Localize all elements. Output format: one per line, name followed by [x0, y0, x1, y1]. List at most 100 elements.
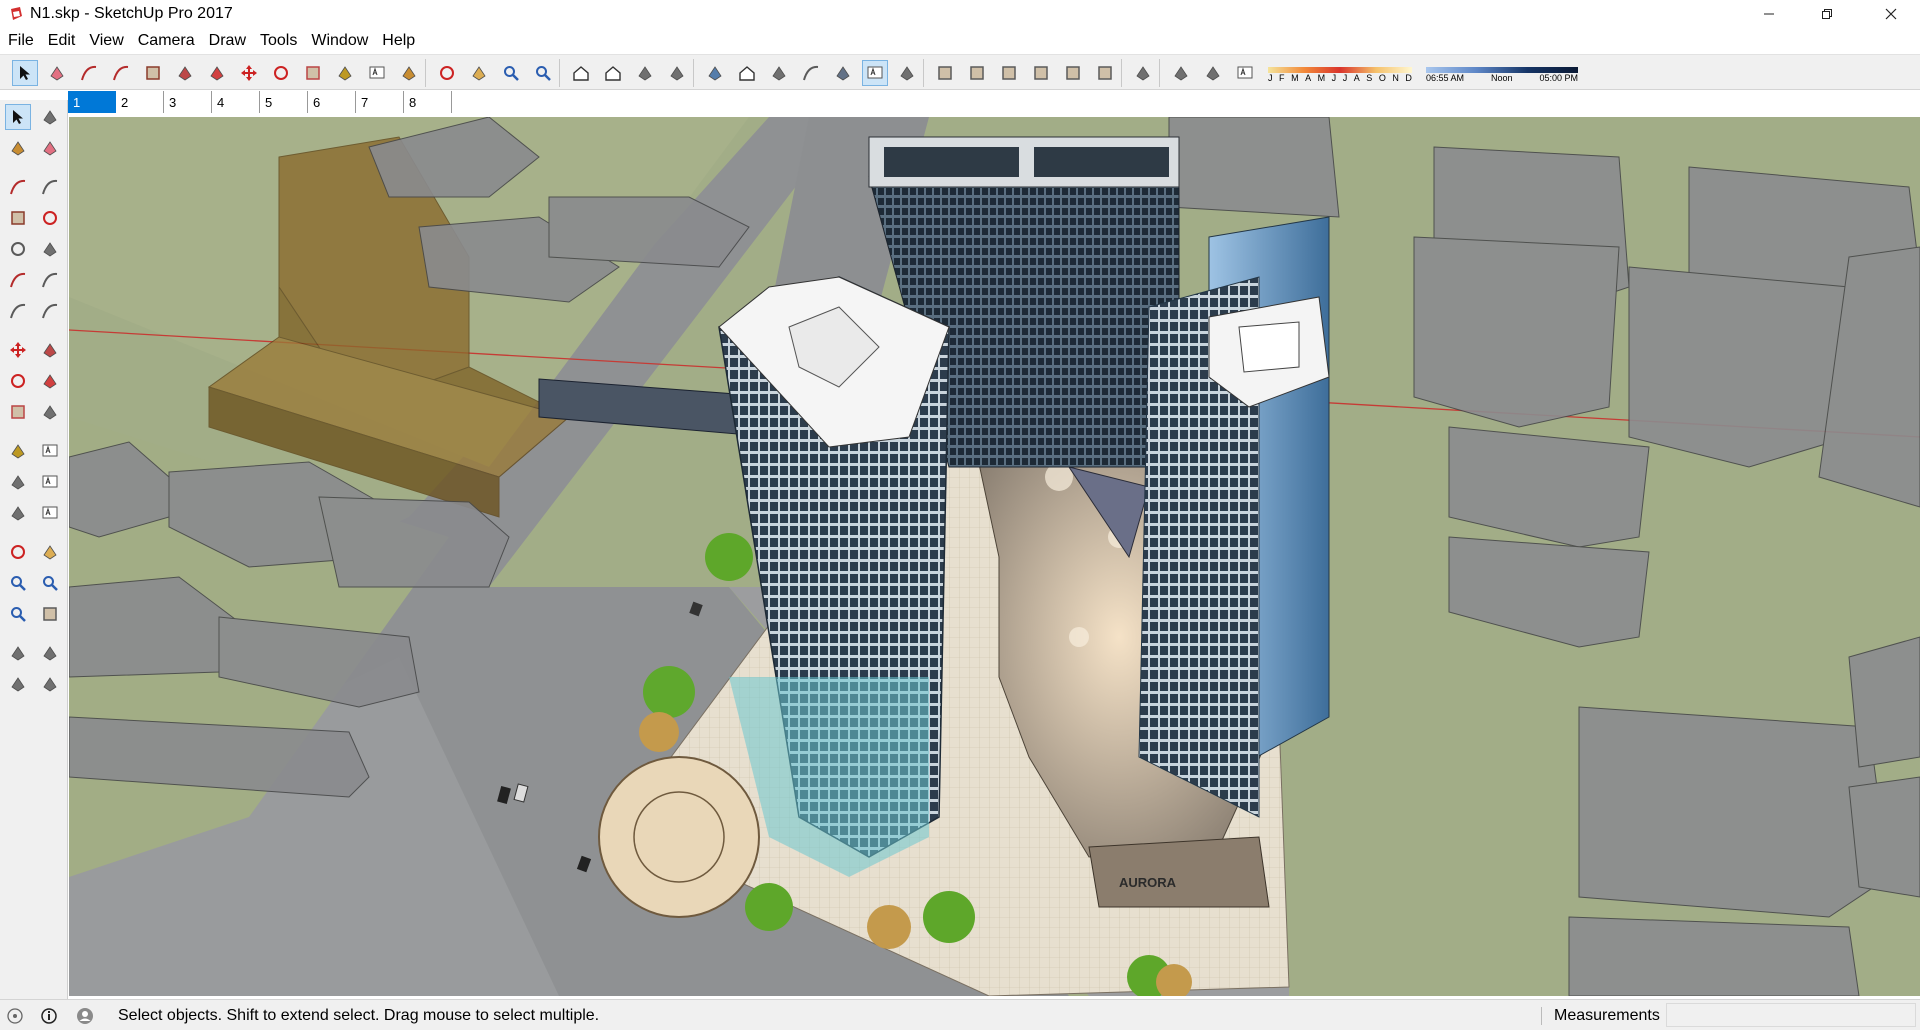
scene-tab-2[interactable]: 2 [116, 91, 164, 113]
toggle-terrain-icon[interactable] [1200, 60, 1226, 86]
rotate-icon[interactable] [268, 60, 294, 86]
shadow-date-slider[interactable]: JFMAMJJASOND [1268, 61, 1412, 85]
scene-tab-3[interactable]: 3 [164, 91, 212, 113]
wireframe-icon[interactable] [766, 60, 792, 86]
close-icon[interactable] [1862, 0, 1920, 28]
palette-push-pull-icon[interactable] [37, 337, 63, 363]
move-icon[interactable] [236, 60, 262, 86]
palette-pie-icon[interactable] [37, 298, 63, 324]
palette-three-point-arc-icon[interactable] [5, 298, 31, 324]
measurements-input[interactable] [1666, 1003, 1916, 1027]
menu-tools[interactable]: Tools [258, 32, 305, 50]
warehouse-icon[interactable] [568, 60, 594, 86]
palette-zoom-extents-icon[interactable] [5, 601, 31, 627]
pan-icon[interactable] [466, 60, 492, 86]
photo-textures-icon[interactable] [1232, 60, 1258, 86]
scene-tab-8[interactable]: 8 [404, 91, 452, 113]
menu-help[interactable]: Help [380, 32, 423, 50]
scale-icon[interactable] [300, 60, 326, 86]
back-view-icon[interactable] [1060, 60, 1086, 86]
palette-pan-icon[interactable] [37, 539, 63, 565]
palette-component-icon[interactable] [37, 104, 63, 130]
shadow-time-slider[interactable]: 06:55 AM Noon 05:00 PM [1426, 61, 1578, 85]
scene-tab-1[interactable]: 1 [68, 91, 116, 113]
follow-me-icon[interactable] [204, 60, 230, 86]
palette-text-icon[interactable] [37, 469, 63, 495]
menu-edit[interactable]: Edit [46, 32, 84, 50]
palette-section-plane-icon[interactable] [37, 671, 63, 697]
geo-location-icon[interactable] [6, 1007, 24, 1025]
palette-position-camera-icon[interactable] [5, 640, 31, 666]
minimize-icon[interactable] [1740, 0, 1798, 28]
left-view-icon[interactable] [1092, 60, 1118, 86]
monochrome-icon[interactable] [894, 60, 920, 86]
palette-two-point-arc-icon[interactable] [37, 267, 63, 293]
maximize-icon[interactable] [1798, 0, 1856, 28]
scene-tab-4[interactable]: 4 [212, 91, 260, 113]
menu-window[interactable]: Window [309, 32, 376, 50]
palette-freehand-icon[interactable] [37, 174, 63, 200]
shaded-textures-icon[interactable] [862, 60, 888, 86]
menu-camera[interactable]: Camera [136, 32, 203, 50]
zoom-extents-icon[interactable] [530, 60, 556, 86]
palette-circle-icon[interactable] [5, 236, 31, 262]
scene-tab-5[interactable]: 5 [260, 91, 308, 113]
palette-arc-icon[interactable] [5, 267, 31, 293]
palette-look-around-icon[interactable] [37, 640, 63, 666]
palette-walk-icon[interactable] [5, 671, 31, 697]
iso-view-icon[interactable] [932, 60, 958, 86]
select-icon[interactable] [12, 60, 38, 86]
shadows-toggle-icon[interactable] [1130, 60, 1156, 86]
palette-tape-measure-icon[interactable] [5, 438, 31, 464]
palette-3d-text-icon[interactable] [37, 500, 63, 526]
top-view-icon[interactable] [964, 60, 990, 86]
menu-file[interactable]: File [6, 32, 42, 50]
palette-select-icon[interactable] [5, 104, 31, 130]
palette-zoom-window-icon[interactable] [37, 570, 63, 596]
palette-orbit-icon[interactable] [5, 539, 31, 565]
back-edges-icon[interactable] [734, 60, 760, 86]
eraser-icon[interactable] [44, 60, 70, 86]
palette-polygon-icon[interactable] [37, 236, 63, 262]
extension-warehouse-icon[interactable] [600, 60, 626, 86]
push-pull-icon[interactable] [172, 60, 198, 86]
palette-move-icon[interactable] [5, 337, 31, 363]
rectangle-icon[interactable] [140, 60, 166, 86]
palette-rectangle-icon[interactable] [5, 205, 31, 231]
user-account-icon[interactable] [76, 1007, 94, 1025]
menu-draw[interactable]: Draw [207, 32, 254, 50]
palette-previous-view-icon[interactable] [37, 601, 63, 627]
palette-line-icon[interactable] [5, 174, 31, 200]
arc-icon[interactable] [108, 60, 134, 86]
paint-bucket-icon[interactable] [396, 60, 422, 86]
hidden-line-icon[interactable] [798, 60, 824, 86]
palette-rotate-icon[interactable] [5, 368, 31, 394]
xray-icon[interactable] [702, 60, 728, 86]
palette-dimension-icon[interactable] [37, 438, 63, 464]
palette-scale-icon[interactable] [5, 399, 31, 425]
add-location-icon[interactable] [1168, 60, 1194, 86]
menu-view[interactable]: View [87, 32, 131, 50]
palette-axes-icon[interactable] [5, 500, 31, 526]
right-view-icon[interactable] [1028, 60, 1054, 86]
palette-offset-icon[interactable] [37, 399, 63, 425]
model-viewport[interactable]: AURORA [69, 117, 1920, 996]
palette-rotated-rectangle-icon[interactable] [37, 205, 63, 231]
extension-manager-icon[interactable] [664, 60, 690, 86]
credits-icon[interactable] [40, 1007, 58, 1025]
scene-tab-7[interactable]: 7 [356, 91, 404, 113]
palette-zoom-icon[interactable] [5, 570, 31, 596]
palette-eraser-icon[interactable] [37, 135, 63, 161]
palette-paint-bucket-icon[interactable] [5, 135, 31, 161]
orbit-icon[interactable] [434, 60, 460, 86]
tape-measure-icon[interactable] [332, 60, 358, 86]
send-to-layout-icon[interactable] [632, 60, 658, 86]
line-icon[interactable] [76, 60, 102, 86]
palette-follow-me-icon[interactable] [37, 368, 63, 394]
zoom-icon[interactable] [498, 60, 524, 86]
palette-protractor-icon[interactable] [5, 469, 31, 495]
front-view-icon[interactable] [996, 60, 1022, 86]
shaded-icon[interactable] [830, 60, 856, 86]
scene-tab-6[interactable]: 6 [308, 91, 356, 113]
text-icon[interactable] [364, 60, 390, 86]
